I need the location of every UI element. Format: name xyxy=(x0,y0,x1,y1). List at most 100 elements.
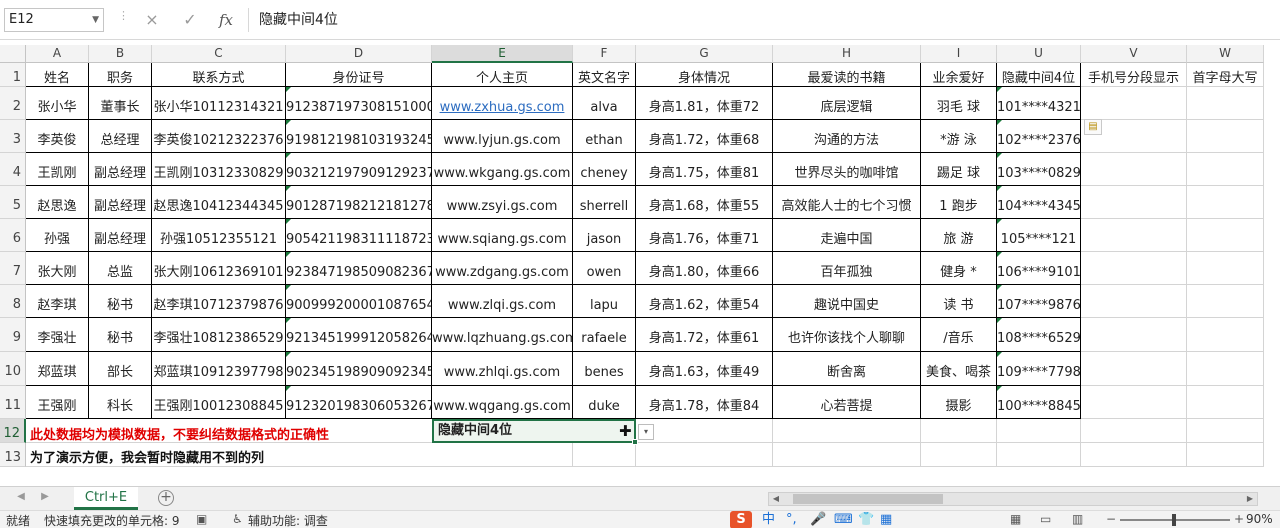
table-cell[interactable]: 高效能人士的七个习惯 xyxy=(773,186,921,219)
table-cell[interactable]: 王强刚 xyxy=(26,386,89,419)
table-cell[interactable]: 副总经理 xyxy=(89,219,152,252)
table-cell[interactable]: 身高1.75，体重81 xyxy=(636,153,773,186)
table-cell[interactable] xyxy=(1187,186,1264,219)
row-header-7[interactable]: 7 xyxy=(0,252,26,285)
empty-cell[interactable] xyxy=(1187,443,1264,467)
table-cell[interactable]: duke xyxy=(573,386,636,419)
empty-cell[interactable] xyxy=(636,443,773,467)
column-header-v[interactable]: V xyxy=(1081,45,1187,63)
empty-cell[interactable] xyxy=(286,443,432,467)
table-cell[interactable] xyxy=(1081,153,1187,186)
skin-icon[interactable]: 👕 xyxy=(858,511,874,528)
header-cell[interactable]: 姓名 xyxy=(26,63,89,87)
table-cell[interactable]: 903212197909129237 xyxy=(286,153,432,186)
table-cell[interactable]: 王强刚10012308845 xyxy=(152,386,286,419)
empty-cell[interactable] xyxy=(773,419,921,443)
table-cell[interactable] xyxy=(1081,318,1187,352)
table-cell[interactable]: www.zxhua.gs.com xyxy=(432,87,573,120)
table-cell[interactable]: 总经理 xyxy=(89,120,152,153)
table-cell[interactable]: www.zlqi.gs.com xyxy=(432,285,573,318)
table-cell[interactable]: ethan xyxy=(573,120,636,153)
next-sheet-icon[interactable]: ▶ xyxy=(38,491,52,502)
table-cell[interactable]: 102****2376 xyxy=(997,120,1081,153)
table-cell[interactable]: 张大刚10612369101 xyxy=(152,252,286,285)
table-cell[interactable]: 趣说中国史 xyxy=(773,285,921,318)
table-cell[interactable]: 106****9101 xyxy=(997,252,1081,285)
table-cell[interactable]: 901287198212181278 xyxy=(286,186,432,219)
scroll-right-icon[interactable]: ▶ xyxy=(1243,493,1257,505)
table-cell[interactable] xyxy=(1187,318,1264,352)
table-cell[interactable]: 赵思逸10412344345 xyxy=(152,186,286,219)
sheet-tab-ctrl-e[interactable]: Ctrl+E xyxy=(74,487,138,510)
table-cell[interactable]: 赵李琪 xyxy=(26,285,89,318)
table-cell[interactable]: 912387197308151000 xyxy=(286,87,432,120)
row-header-6[interactable]: 6 xyxy=(0,219,26,252)
row-header-12[interactable]: 12 xyxy=(0,419,26,443)
table-cell[interactable]: www.zsyi.gs.com xyxy=(432,186,573,219)
row-header-3[interactable]: 3 xyxy=(0,120,26,153)
select-all-corner[interactable] xyxy=(0,45,26,63)
table-cell[interactable] xyxy=(1081,285,1187,318)
column-header-f[interactable]: F xyxy=(573,45,636,63)
table-cell[interactable]: 李英俊10212322376 xyxy=(152,120,286,153)
scroll-left-icon[interactable]: ◀ xyxy=(769,493,783,505)
table-cell[interactable] xyxy=(1187,352,1264,386)
table-cell[interactable]: 副总经理 xyxy=(89,153,152,186)
empty-cell[interactable] xyxy=(921,443,997,467)
microphone-icon[interactable]: 🎤 xyxy=(810,511,826,528)
empty-cell[interactable] xyxy=(921,419,997,443)
table-cell[interactable] xyxy=(1187,120,1264,153)
table-cell[interactable]: 羽毛 球 xyxy=(921,87,997,120)
table-cell[interactable]: 健身 * xyxy=(921,252,997,285)
empty-cell[interactable] xyxy=(1187,419,1264,443)
column-header-h[interactable]: H xyxy=(773,45,921,63)
table-cell[interactable]: 摄影 xyxy=(921,386,997,419)
paste-options-icon[interactable]: ▤ xyxy=(1084,119,1102,135)
table-cell[interactable]: 郑蓝琪10912397798 xyxy=(152,352,286,386)
header-cell[interactable]: 最爱读的书籍 xyxy=(773,63,921,87)
table-cell[interactable] xyxy=(1187,219,1264,252)
table-cell[interactable]: 919812198103193245 xyxy=(286,120,432,153)
table-cell[interactable]: 世界尽头的咖啡馆 xyxy=(773,153,921,186)
row-header-5[interactable]: 5 xyxy=(0,186,26,219)
accessibility-icon[interactable]: ♿ xyxy=(232,512,243,526)
table-cell[interactable]: 断舍离 xyxy=(773,352,921,386)
table-cell[interactable] xyxy=(1187,153,1264,186)
column-header-g[interactable]: G xyxy=(636,45,773,63)
table-cell[interactable]: benes xyxy=(573,352,636,386)
formula-input[interactable]: 隐藏中间4位 xyxy=(248,8,1276,32)
table-cell[interactable]: 部长 xyxy=(89,352,152,386)
table-cell[interactable]: 赵思逸 xyxy=(26,186,89,219)
flash-fill-options-icon[interactable]: ▾ xyxy=(638,424,654,440)
punctuation-icon[interactable]: °, xyxy=(786,511,797,528)
table-cell[interactable]: 912320198306053267 xyxy=(286,386,432,419)
table-cell[interactable]: 沟通的方法 xyxy=(773,120,921,153)
table-cell[interactable]: 张大刚 xyxy=(26,252,89,285)
normal-view-icon[interactable]: ▦ xyxy=(1010,512,1021,526)
table-cell[interactable]: 美食、喝茶 xyxy=(921,352,997,386)
active-cell-e12[interactable]: 隐藏中间4位 xyxy=(432,419,638,445)
table-cell[interactable]: jason xyxy=(573,219,636,252)
status-accessibility[interactable]: 辅助功能: 调查 xyxy=(248,512,328,528)
row-header-2[interactable]: 2 xyxy=(0,87,26,120)
table-cell[interactable]: 107****9876 xyxy=(997,285,1081,318)
zoom-slider[interactable] xyxy=(1120,514,1230,526)
table-cell[interactable]: 身高1.72，体重61 xyxy=(636,318,773,352)
column-header-i[interactable]: I xyxy=(921,45,997,63)
header-cell[interactable]: 业余爱好 xyxy=(921,63,997,87)
empty-cell[interactable] xyxy=(997,443,1081,467)
table-cell[interactable]: rafaele xyxy=(573,318,636,352)
zoom-out-icon[interactable]: − xyxy=(1106,512,1116,526)
zoom-knob[interactable] xyxy=(1172,514,1176,526)
insert-function-icon[interactable]: fx xyxy=(214,8,238,32)
table-cell[interactable]: 董事长 xyxy=(89,87,152,120)
table-cell[interactable]: www.zhlqi.gs.com xyxy=(432,352,573,386)
zoom-in-icon[interactable]: + xyxy=(1234,512,1244,526)
table-cell[interactable]: sherrell xyxy=(573,186,636,219)
table-cell[interactable]: 902345198909092345 xyxy=(286,352,432,386)
table-cell[interactable]: 读 书 xyxy=(921,285,997,318)
header-cell[interactable]: 英文名字 xyxy=(573,63,636,87)
table-cell[interactable]: 科长 xyxy=(89,386,152,419)
table-cell[interactable]: 孙强10512355121 xyxy=(152,219,286,252)
header-cell[interactable]: 首字母大写 xyxy=(1187,63,1264,87)
